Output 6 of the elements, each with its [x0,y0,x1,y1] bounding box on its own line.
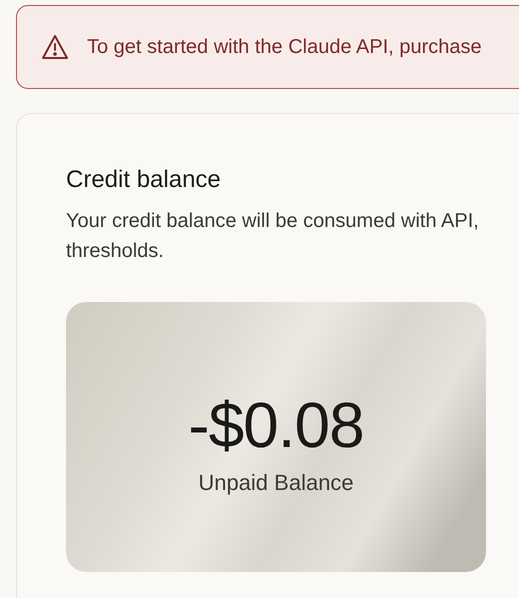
section-title: Credit balance [66,166,222,194]
section-description: Your credit balance will be consumed with API, thresholds. [66,209,480,264]
warning-icon [41,34,69,60]
balance-label: Unpaid Balance [198,470,354,496]
alert-text: To get started with the Claude API, purchase [87,36,482,58]
balance-amount: -$0.08 [188,388,364,462]
